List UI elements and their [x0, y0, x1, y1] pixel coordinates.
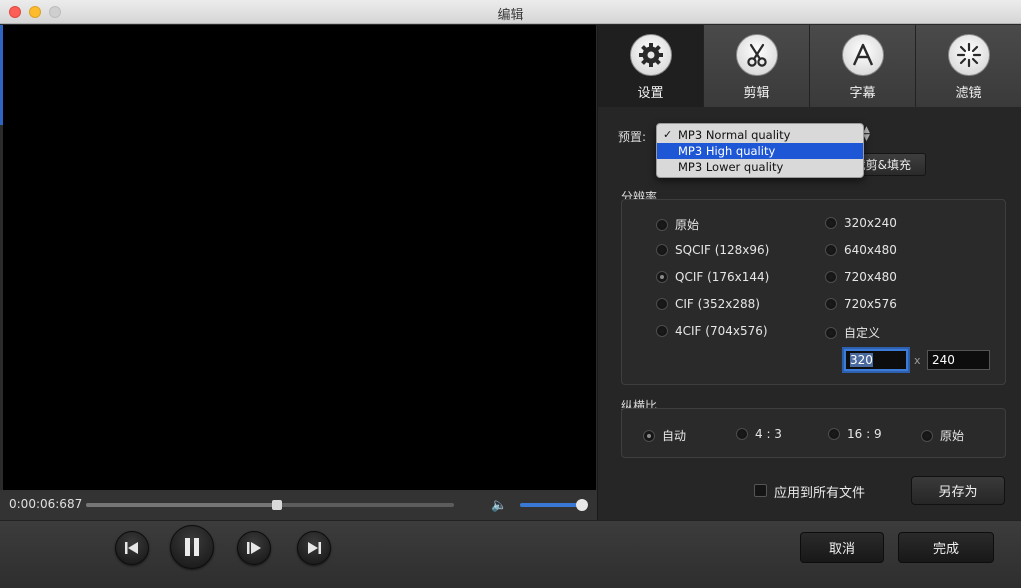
radio-indicator	[656, 298, 668, 310]
gear-icon	[630, 34, 672, 76]
radio-indicator	[825, 244, 837, 256]
volume-handle[interactable]	[576, 499, 589, 511]
volume-slider[interactable]	[520, 499, 589, 511]
checkmark-icon: ✓	[663, 128, 673, 141]
sparkle-icon	[948, 34, 990, 76]
playback-row: 0:00:06:687 🔈	[0, 490, 597, 520]
radio-indicator	[643, 429, 655, 442]
preset-option-normal[interactable]: ✓ MP3 Normal quality	[657, 127, 863, 143]
apply-all-checkbox[interactable]	[754, 484, 767, 497]
tab-trim[interactable]: 剪辑	[704, 25, 810, 107]
letter-a-icon	[842, 34, 884, 76]
radio-indicator	[656, 218, 668, 231]
radio-indicator	[921, 429, 933, 442]
seek-progress	[86, 503, 278, 507]
tab-subtitle[interactable]: 字幕	[810, 25, 916, 107]
preset-dropdown-menu[interactable]: ✓ MP3 Normal quality MP3 High quality MP…	[656, 123, 864, 178]
preset-option-high[interactable]: MP3 High quality	[657, 143, 863, 159]
bottom-control-bar: 取消 完成	[0, 520, 1021, 588]
scissors-icon	[736, 34, 778, 76]
radio-res-qcif[interactable]: QCIF (176x144)	[656, 270, 769, 284]
seek-slider[interactable]	[86, 500, 454, 510]
seek-handle[interactable]	[272, 500, 283, 510]
cancel-button[interactable]: 取消	[800, 532, 884, 563]
radio-res-4cif[interactable]: 4CIF (704x576)	[656, 324, 768, 338]
radio-indicator	[656, 271, 668, 283]
tab-subtitle-label: 字幕	[849, 86, 876, 101]
radio-indicator	[825, 298, 837, 310]
radio-res-720x480[interactable]: 720x480	[825, 270, 897, 284]
radio-indicator	[656, 325, 668, 337]
current-time: 0:00:06:687	[9, 497, 83, 511]
preset-stepper-icon[interactable]: ▲ ▼	[863, 126, 870, 143]
tab-bar: 设置 剪辑 字幕 滤镜	[598, 25, 1021, 107]
volume-level	[520, 503, 583, 507]
custom-width-input[interactable]: 320	[844, 349, 908, 371]
window-title: 编辑	[497, 8, 524, 23]
step-forward-icon	[247, 542, 261, 554]
tab-settings-label: 设置	[637, 86, 664, 101]
skip-start-button[interactable]	[115, 531, 149, 565]
radio-indicator	[825, 326, 837, 339]
radio-aspect-original[interactable]: 原始	[921, 427, 964, 444]
title-bar: 编辑	[0, 0, 1021, 24]
pause-button[interactable]	[170, 525, 214, 569]
radio-res-720x576[interactable]: 720x576	[825, 297, 897, 311]
radio-aspect-4-3[interactable]: 4 : 3	[736, 427, 782, 441]
save-as-button[interactable]: 另存为	[911, 476, 1005, 505]
radio-res-cif[interactable]: CIF (352x288)	[656, 297, 760, 311]
speaker-icon[interactable]: 🔈	[491, 498, 507, 513]
tab-settings[interactable]: 设置	[598, 25, 704, 107]
radio-res-sqcif[interactable]: SQCIF (128x96)	[656, 243, 769, 257]
done-button[interactable]: 完成	[898, 532, 994, 563]
apply-all-label[interactable]: 应用到所有文件	[774, 482, 865, 501]
tab-trim-label: 剪辑	[743, 86, 770, 101]
radio-indicator	[656, 244, 668, 256]
custom-height-input[interactable]: 240	[927, 350, 990, 370]
settings-panel: 设置 剪辑 字幕 滤镜 预置: ▲ ▼ 裁剪&填充 分辨率 原始 SQCIF (…	[597, 25, 1021, 520]
skip-end-button[interactable]	[297, 531, 331, 565]
skip-back-icon	[125, 542, 138, 554]
preset-option-lower[interactable]: MP3 Lower quality	[657, 159, 863, 175]
radio-res-custom[interactable]: 自定义	[825, 324, 880, 341]
radio-res-320x240[interactable]: 320x240	[825, 216, 897, 230]
dimension-separator: x	[914, 354, 921, 367]
tab-filter[interactable]: 滤镜	[916, 25, 1021, 107]
skip-forward-icon	[308, 542, 321, 554]
radio-res-640x480[interactable]: 640x480	[825, 243, 897, 257]
pause-icon	[185, 538, 199, 556]
preset-label: 预置:	[618, 130, 647, 144]
radio-res-original[interactable]: 原始	[656, 216, 699, 233]
radio-indicator	[828, 428, 840, 440]
tab-filter-label: 滤镜	[955, 86, 982, 101]
video-preview	[3, 25, 596, 490]
radio-aspect-auto[interactable]: 自动	[643, 427, 686, 444]
radio-aspect-16-9[interactable]: 16 : 9	[828, 427, 882, 441]
step-forward-button[interactable]	[237, 531, 271, 565]
radio-indicator	[825, 271, 837, 283]
radio-indicator	[736, 428, 748, 440]
radio-indicator	[825, 217, 837, 229]
